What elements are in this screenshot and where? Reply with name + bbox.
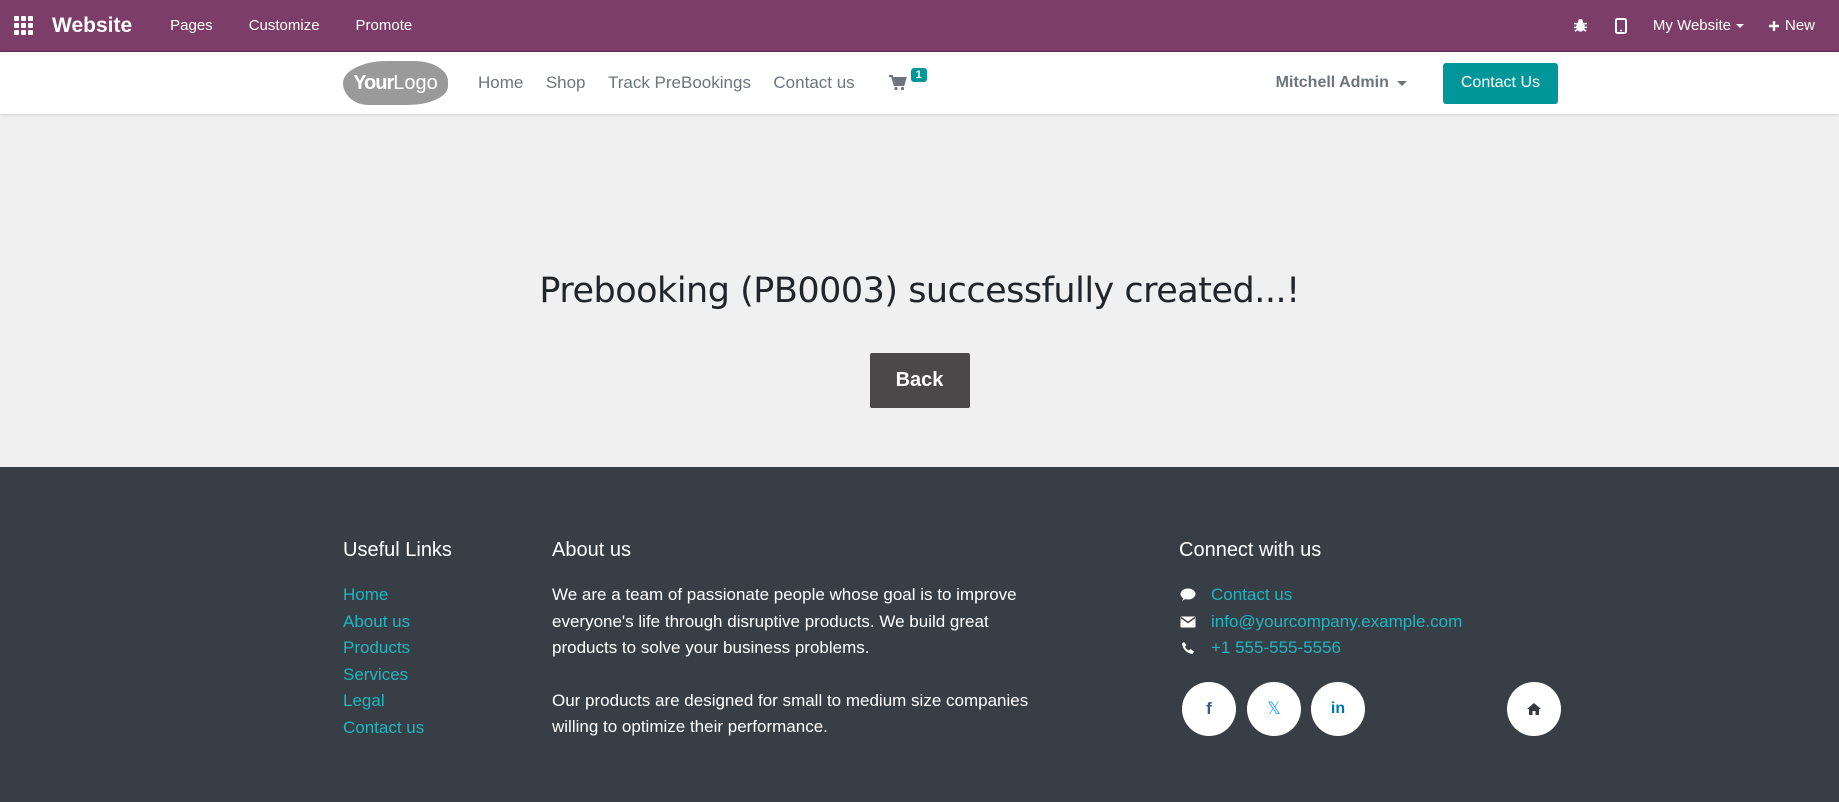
- cart-icon: [888, 75, 907, 91]
- footer-connect: Connect with us Contact us info@yourcomp…: [1179, 539, 1462, 662]
- footer: Useful Links Home About us Products Serv…: [0, 467, 1839, 802]
- linkedin-icon[interactable]: in: [1311, 682, 1365, 736]
- cart-count-badge: 1: [910, 68, 927, 82]
- admin-menu-customize[interactable]: Customize: [231, 17, 338, 34]
- phone-icon: [1179, 641, 1197, 655]
- footer-link-products[interactable]: Products: [343, 635, 452, 662]
- nav-shop[interactable]: Shop: [546, 73, 586, 92]
- footer-link-about[interactable]: About us: [343, 609, 452, 636]
- about-title: About us: [552, 539, 631, 561]
- debug-bug-icon[interactable]: [1561, 18, 1601, 33]
- footer-phone-link[interactable]: +1 555-555-5556: [1211, 635, 1341, 662]
- envelope-icon: [1179, 616, 1197, 628]
- home-icon[interactable]: [1507, 682, 1561, 736]
- facebook-icon[interactable]: f: [1182, 682, 1236, 736]
- user-menu[interactable]: Mitchell Admin: [1276, 74, 1407, 92]
- new-label: New: [1784, 17, 1815, 34]
- site-header: Your Logo Home Shop Track PreBookings Con…: [0, 52, 1839, 114]
- main-nav: Home Shop Track PreBookings Contact us: [478, 73, 873, 93]
- footer-useful-links: Useful Links Home About us Products Serv…: [343, 539, 452, 741]
- my-website-label: My Website: [1652, 17, 1731, 34]
- site-logo[interactable]: Your Logo: [343, 61, 448, 105]
- admin-right: My Website New: [1561, 17, 1827, 34]
- about-paragraph-2: Our products are designed for small to m…: [552, 690, 1029, 737]
- chevron-down-icon: [1735, 23, 1744, 28]
- admin-bar: Website Pages Customize Promote My Websi…: [0, 0, 1839, 52]
- x-twitter-icon[interactable]: 𝕏: [1247, 682, 1301, 736]
- mobile-preview-icon[interactable]: [1601, 17, 1641, 34]
- useful-links-title: Useful Links: [343, 539, 452, 561]
- nav-home[interactable]: Home: [478, 73, 523, 92]
- nav-contact-us[interactable]: Contact us: [773, 73, 854, 92]
- cart-button[interactable]: 1: [888, 68, 927, 98]
- about-paragraph-1: We are a team of passionate people whose…: [552, 585, 1017, 657]
- chat-bubble-icon: [1179, 588, 1197, 602]
- footer-link-services[interactable]: Services: [343, 662, 452, 689]
- admin-brand[interactable]: Website: [52, 14, 132, 38]
- nav-track-prebookings[interactable]: Track PreBookings: [608, 73, 751, 92]
- footer-link-legal[interactable]: Legal: [343, 688, 452, 715]
- admin-menu: Pages Customize Promote: [152, 17, 430, 34]
- back-button[interactable]: Back: [869, 353, 970, 408]
- footer-email-link[interactable]: info@yourcompany.example.com: [1211, 609, 1462, 636]
- connect-title: Connect with us: [1179, 539, 1322, 561]
- footer-link-home[interactable]: Home: [343, 582, 452, 609]
- my-website-dropdown[interactable]: My Website: [1641, 17, 1756, 34]
- plus-icon: [1768, 20, 1779, 31]
- success-message: Prebooking (PB0003) successfully created…: [539, 271, 1300, 311]
- user-name: Mitchell Admin: [1275, 74, 1389, 91]
- admin-menu-pages[interactable]: Pages: [152, 17, 231, 34]
- contact-us-button[interactable]: Contact Us: [1442, 62, 1558, 104]
- apps-menu-icon[interactable]: [14, 15, 34, 36]
- footer-contact-link[interactable]: Contact us: [1211, 582, 1292, 609]
- main-content: Prebooking (PB0003) successfully created…: [0, 114, 1839, 467]
- footer-about: About us We are a team of passionate peo…: [552, 539, 1032, 741]
- new-button[interactable]: New: [1756, 17, 1827, 34]
- footer-link-contact[interactable]: Contact us: [343, 715, 452, 742]
- chevron-down-icon: [1396, 80, 1407, 86]
- admin-menu-promote[interactable]: Promote: [338, 17, 431, 34]
